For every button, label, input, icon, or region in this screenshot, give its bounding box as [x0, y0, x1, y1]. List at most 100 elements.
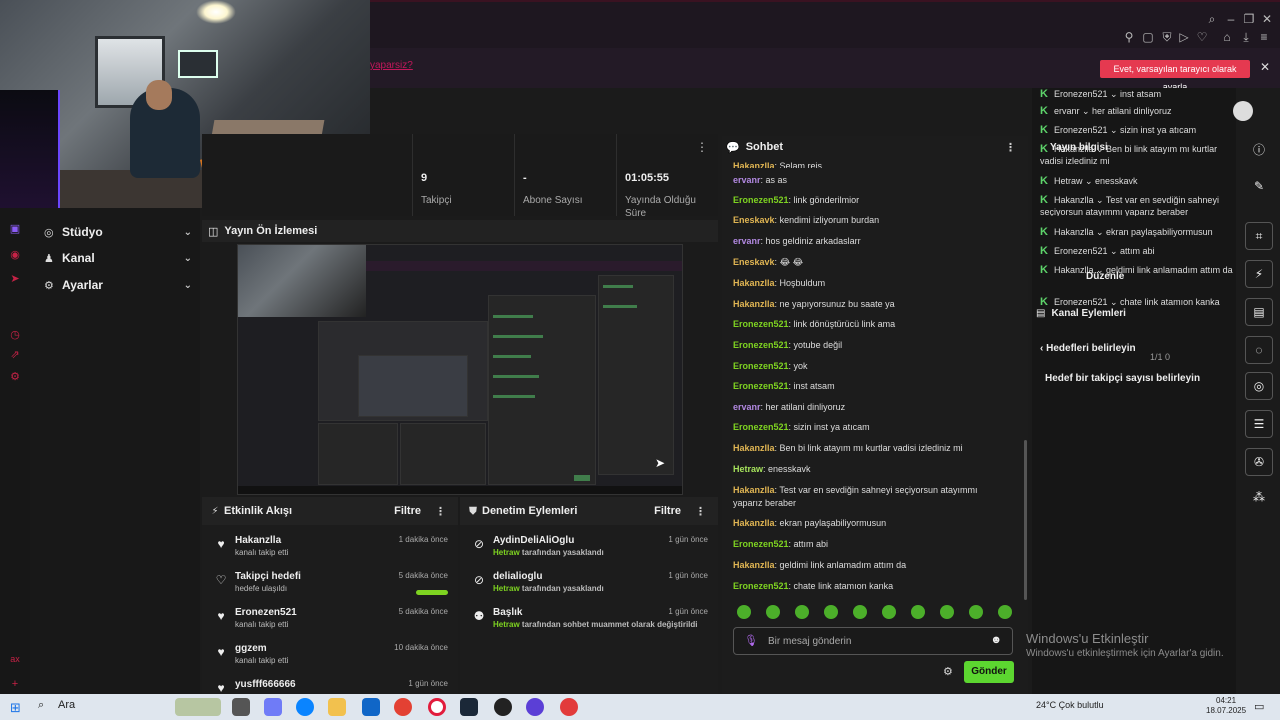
chat-message[interactable]: Eneskavk: 😂 😂	[733, 256, 1003, 269]
list-item[interactable]: ⊘ delialioglu Hetraw tarafından yasaklan…	[460, 567, 718, 603]
right-chat-line[interactable]: K Hakanzlla ⌄ geldimi link anlamadım attı…	[1040, 264, 1236, 276]
chat-username[interactable]: Hakanzlla	[733, 560, 775, 570]
list-item[interactable]: ♥ Hakanzlla kanalı takip etti 1 dakika ö…	[202, 531, 458, 567]
chat-message[interactable]: Eronezen521: yok	[733, 360, 1003, 373]
edit-icon[interactable]: ✎	[1245, 173, 1273, 201]
file-explorer-icon[interactable]	[328, 698, 346, 716]
chat-username[interactable]: Eronezen521	[1054, 89, 1108, 99]
chat-message[interactable]: Hakanzlla: Hoşbuldum	[733, 277, 1003, 290]
emote-icon[interactable]	[940, 605, 954, 619]
weather-widget[interactable]: 24°C Çok bulutlu	[1036, 700, 1104, 710]
live-icon[interactable]: ◉	[8, 248, 22, 262]
chat-username[interactable]: Eronezen521	[733, 381, 789, 391]
chat-message[interactable]: Hakanzlla: ne yapıyorsunuz bu saate ya	[733, 298, 1003, 311]
menu-icon[interactable]: ≡	[1255, 28, 1273, 46]
mic-icon[interactable]: 🎙	[744, 634, 758, 648]
goal-prompt[interactable]: Hedef bir takipçi sayısı belirleyin	[1045, 373, 1200, 384]
chat-username[interactable]: ervanr	[733, 175, 761, 185]
chat-username[interactable]: Hetraw	[733, 464, 763, 474]
chat-message[interactable]: Hakanzlla: Selam reis	[733, 160, 1003, 168]
taskbar-search[interactable]: Ara	[58, 699, 75, 711]
sidebar-item-settings[interactable]: ⚙ Ayarlar ⌄	[44, 275, 192, 295]
bag-icon[interactable]: ⌂	[1218, 28, 1236, 46]
list-item[interactable]: ♥ ggzem kanalı takip etti 10 dakika önce	[202, 639, 458, 675]
close-icon[interactable]: ✕	[1258, 10, 1276, 28]
chat-input[interactable]: 🎙 Bir mesaj gönderin ☻	[733, 627, 1013, 655]
clock[interactable]: 04:21 18.07.2025	[1206, 696, 1246, 716]
chat-username[interactable]: Eronezen521	[1054, 246, 1108, 256]
search-icon[interactable]: ⌕	[38, 699, 44, 712]
windows-start-icon[interactable]: ⊞	[10, 700, 24, 715]
chat-message[interactable]: Eronezen521: link dönüştürücü link ama	[733, 318, 1003, 331]
list-item[interactable]: ♥ yusfff666666 1 gün önce	[202, 675, 458, 694]
chat-scrollbar[interactable]	[1024, 440, 1027, 600]
chat-message[interactable]: Eronezen521: chate link atamıon kanka	[733, 580, 1003, 593]
right-chat-line[interactable]: K Eronezen521 ⌄ chate link atamıon kanka	[1040, 296, 1236, 308]
minimize-icon[interactable]: –	[1222, 10, 1240, 28]
activity-filter-button[interactable]: Filtre	[394, 505, 421, 517]
chat-message[interactable]: Eronezen521: sizin inst ya atıcam	[733, 421, 1003, 434]
steam-icon[interactable]	[460, 698, 478, 716]
chat-username[interactable]: Eronezen521	[733, 581, 789, 591]
sidebar-item-channel[interactable]: ♟ Kanal ⌄	[44, 248, 192, 268]
emote-icon[interactable]	[969, 605, 983, 619]
task-view-icon[interactable]	[232, 698, 250, 716]
copilot-icon[interactable]	[264, 698, 282, 716]
chat-message[interactable]: ervanr: her atilani dinliyoruz	[733, 401, 1003, 414]
chrome-icon[interactable]	[394, 698, 412, 716]
notification-icon[interactable]: ▭	[1254, 700, 1264, 713]
chat-username[interactable]: Eronezen521	[733, 361, 789, 371]
discord-icon[interactable]	[526, 698, 544, 716]
obs-icon[interactable]	[494, 698, 512, 716]
chat-message[interactable]: Hakanzlla: ekran paylaşabiliyormusun	[733, 517, 1003, 530]
chat-message[interactable]: ervanr: as as	[733, 174, 1003, 187]
bolt-icon[interactable]: ⚡	[1245, 260, 1273, 288]
chat-username[interactable]: Eronezen521	[733, 539, 789, 549]
chat-username[interactable]: Eneskavk	[733, 257, 775, 267]
emote-icon[interactable]	[824, 605, 838, 619]
moderation-filter-button[interactable]: Filtre	[654, 505, 681, 517]
chat-message[interactable]: Hakanzlla: Ben bi link atayım mı kurtlar…	[733, 442, 1003, 455]
right-chat-line[interactable]: K Hakanzlla ⌄ ekran paylaşabiliyormusun	[1040, 226, 1236, 238]
right-chat-line[interactable]: K Eronezen521 ⌄ inst atsam	[1040, 88, 1236, 100]
chat-username[interactable]: Hakanzlla	[1054, 195, 1094, 205]
list-item[interactable]: ♥ Eronezen521 kanalı takip etti 5 dakika…	[202, 603, 458, 639]
chat-username[interactable]: ervanr	[733, 236, 761, 246]
search-icon[interactable]: ⌕	[1203, 10, 1221, 28]
chat-username[interactable]: Eronezen521	[733, 195, 789, 205]
more-icon[interactable]: ⋮	[695, 505, 706, 518]
sidebar-item-studio[interactable]: ◎ Stüdyo ⌄	[44, 222, 192, 242]
broadcast-icon[interactable]: ◎	[1245, 372, 1273, 400]
app-icon[interactable]	[560, 698, 578, 716]
emoji-icon[interactable]: ☻	[990, 634, 1002, 646]
chat-username[interactable]: ervanr	[733, 402, 761, 412]
list-item[interactable]: ⚉ Başlık Hetraw tarafından sohbet muamme…	[460, 603, 718, 639]
taskbar-widget-icon[interactable]	[175, 698, 221, 716]
right-chat-line[interactable]: K Hakanzlla ⌄ Test var en sevdiğin sahney…	[1040, 194, 1236, 216]
list-item[interactable]: ⊘ AydinDeliAliOglu Hetraw tarafından yas…	[460, 531, 718, 567]
chat-username[interactable]: Hetraw	[1054, 176, 1083, 186]
chat-username[interactable]: Hakanzlla	[733, 161, 775, 168]
play-icon[interactable]: ▷	[1175, 28, 1193, 46]
chat-message[interactable]: ervanr: hos geldiniz arkadaslarr	[733, 235, 1003, 248]
emote-icon[interactable]	[766, 605, 780, 619]
gear-icon[interactable]: ⚙	[8, 370, 22, 384]
chat-username[interactable]: Hakanzlla	[733, 278, 775, 288]
send-button[interactable]: Gönder	[964, 661, 1014, 683]
chat-username[interactable]: Eronezen521	[1054, 125, 1108, 135]
restore-icon[interactable]: ❐	[1240, 10, 1258, 28]
chat-message[interactable]: Eronezen521: inst atsam	[733, 380, 1003, 393]
more-icon[interactable]: ⋮	[1005, 141, 1016, 154]
right-chat-line[interactable]: K Eronezen521 ⌄ attım abi	[1040, 245, 1236, 257]
chat-username[interactable]: ervanr	[1054, 106, 1080, 116]
ax-icon[interactable]: ax	[8, 654, 22, 668]
emote-icon[interactable]	[737, 605, 751, 619]
extensions-icon[interactable]: ⁂	[1245, 484, 1273, 512]
chat-username[interactable]: Eronezen521	[733, 319, 789, 329]
edit-button[interactable]: Düzenle	[1086, 271, 1124, 282]
layout-icon[interactable]: ☰	[1245, 410, 1273, 438]
plus-icon[interactable]: +	[8, 678, 22, 692]
emote-icon[interactable]	[853, 605, 867, 619]
right-chat-line[interactable]: K Eronezen521 ⌄ sizin inst ya atıcam	[1040, 124, 1236, 136]
chat-username[interactable]: Hakanzlla	[1054, 227, 1094, 237]
